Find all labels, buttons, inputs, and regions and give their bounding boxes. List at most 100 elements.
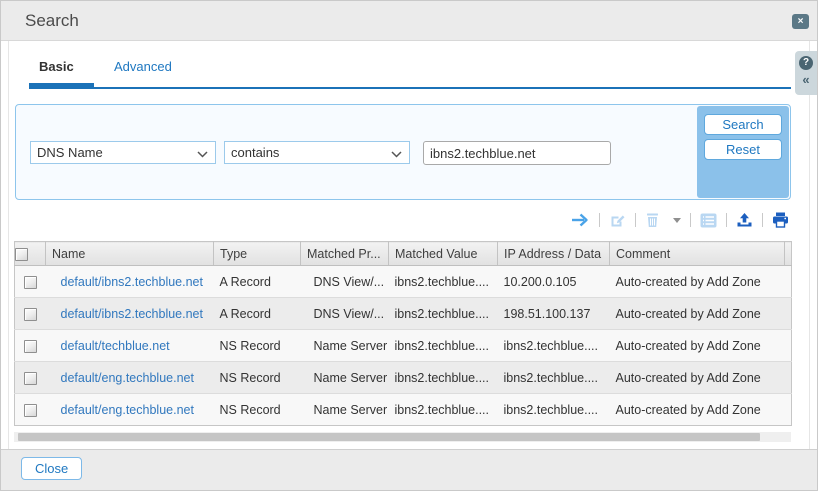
cell-ip-address: 10.200.0.105 — [498, 266, 610, 298]
cell-filler — [785, 298, 792, 330]
dialog-titlebar: Search × — [1, 1, 817, 41]
cell-filler — [785, 330, 792, 362]
print-icon[interactable] — [772, 212, 789, 228]
operator-select-value: contains — [231, 145, 279, 160]
horizontal-scrollbar[interactable] — [14, 432, 791, 442]
cell-filler — [785, 394, 792, 426]
cell-name: default/ibns2.techblue.net — [46, 298, 214, 330]
column-header-filler — [785, 242, 792, 266]
horizontal-scrollbar-thumb[interactable] — [18, 433, 760, 441]
column-header-type[interactable]: Type — [214, 242, 301, 266]
close-button[interactable]: Close — [21, 457, 82, 480]
column-header-matched-property[interactable]: Matched Pr... — [301, 242, 389, 266]
table-row: default/ibns2.techblue.net A RecordDNS Vi… — [15, 266, 792, 298]
table-row: default/eng.techblue.net NS RecordName Se… — [15, 394, 792, 426]
toolbar-separator — [690, 213, 691, 227]
search-dialog: Search × Basic Advanced ? « DNS Name con… — [0, 0, 818, 491]
row-checkbox[interactable] — [24, 404, 37, 417]
results-table: Name Type Matched Pr... Matched Value IP… — [14, 241, 792, 426]
operator-select[interactable]: contains — [224, 141, 410, 164]
table-row: default/techblue.net NS RecordName Server… — [15, 330, 792, 362]
results-toolbar — [571, 208, 789, 232]
chevron-down-icon — [391, 151, 402, 158]
cell-type: NS Record — [214, 362, 301, 394]
cell-name: default/eng.techblue.net — [46, 394, 214, 426]
toolbar-separator — [726, 213, 727, 227]
row-checkbox[interactable] — [24, 276, 37, 289]
cell-type: A Record — [214, 298, 301, 330]
cell-comment: Auto-created by Add Zone — [610, 298, 785, 330]
cell-matched-property: DNS View/... — [301, 266, 389, 298]
cell-name: default/ibns2.techblue.net — [46, 266, 214, 298]
toolbar-separator — [599, 213, 600, 227]
cell-ip-address: ibns2.techblue.... — [498, 362, 610, 394]
delete-icon — [645, 212, 660, 228]
cell-matched-property: Name Server — [301, 394, 389, 426]
cell-filler — [785, 266, 792, 298]
dialog-title: Search — [25, 11, 79, 31]
cell-filler — [785, 362, 792, 394]
help-icon[interactable]: ? — [799, 56, 813, 70]
column-settings-icon — [700, 213, 717, 228]
cell-type: NS Record — [214, 394, 301, 426]
cell-comment: Auto-created by Add Zone — [610, 330, 785, 362]
column-header-matched-value[interactable]: Matched Value — [389, 242, 498, 266]
cell-ip-address: ibns2.techblue.... — [498, 330, 610, 362]
field-select[interactable]: DNS Name — [30, 141, 216, 164]
collapse-icon[interactable]: « — [802, 73, 809, 86]
cell-comment: Auto-created by Add Zone — [610, 362, 785, 394]
go-to-arrow-icon[interactable] — [571, 212, 590, 228]
help-strip: ? « — [795, 51, 817, 95]
export-icon[interactable] — [736, 212, 753, 228]
cell-ip-address: 198.51.100.137 — [498, 298, 610, 330]
dialog-footer: Close — [1, 449, 817, 490]
results-table-body: default/ibns2.techblue.net A RecordDNS Vi… — [15, 266, 792, 426]
tab-advanced[interactable]: Advanced — [114, 59, 172, 74]
cell-matched-value: ibns2.techblue.... — [389, 266, 498, 298]
column-header-ip-address[interactable]: IP Address / Data — [498, 242, 610, 266]
cell-comment: Auto-created by Add Zone — [610, 394, 785, 426]
record-link[interactable]: default/techblue.net — [61, 339, 170, 353]
edit-icon — [609, 212, 626, 229]
cell-name: default/eng.techblue.net — [46, 362, 214, 394]
cell-matched-value: ibns2.techblue.... — [389, 394, 498, 426]
row-checkbox[interactable] — [24, 308, 37, 321]
active-tab-indicator — [29, 83, 94, 89]
select-all-checkbox[interactable] — [15, 248, 28, 261]
column-header-comment[interactable]: Comment — [610, 242, 785, 266]
cell-ip-address: ibns2.techblue.... — [498, 394, 610, 426]
cell-name: default/techblue.net — [46, 330, 214, 362]
delete-dropdown-caret-icon[interactable] — [673, 218, 681, 223]
chevron-down-icon — [197, 151, 208, 158]
table-row: default/eng.techblue.net NS RecordName Se… — [15, 362, 792, 394]
record-link[interactable]: default/eng.techblue.net — [61, 371, 194, 385]
cell-matched-property: Name Server — [301, 330, 389, 362]
column-header-name[interactable]: Name — [46, 242, 214, 266]
toolbar-separator — [635, 213, 636, 227]
tab-underline — [29, 87, 791, 89]
search-actions-panel: Search Reset — [697, 106, 789, 198]
cell-type: NS Record — [214, 330, 301, 362]
cell-matched-value: ibns2.techblue.... — [389, 298, 498, 330]
record-link[interactable]: default/eng.techblue.net — [61, 403, 194, 417]
table-header-row: Name Type Matched Pr... Matched Value IP… — [15, 242, 792, 266]
search-button[interactable]: Search — [704, 114, 782, 135]
cell-comment: Auto-created by Add Zone — [610, 266, 785, 298]
search-value-input[interactable] — [423, 141, 611, 165]
dialog-close-icon[interactable]: × — [792, 14, 809, 29]
tab-basic[interactable]: Basic — [39, 59, 74, 74]
reset-button[interactable]: Reset — [704, 139, 782, 160]
cell-matched-property: Name Server — [301, 362, 389, 394]
row-checkbox[interactable] — [24, 372, 37, 385]
row-checkbox[interactable] — [24, 340, 37, 353]
record-link[interactable]: default/ibns2.techblue.net — [61, 275, 203, 289]
record-link[interactable]: default/ibns2.techblue.net — [61, 307, 203, 321]
toolbar-separator — [762, 213, 763, 227]
cell-type: A Record — [214, 266, 301, 298]
field-select-value: DNS Name — [37, 145, 103, 160]
cell-matched-value: ibns2.techblue.... — [389, 330, 498, 362]
cell-matched-value: ibns2.techblue.... — [389, 362, 498, 394]
search-criteria-box: DNS Name contains Search Reset — [15, 104, 791, 200]
table-row: default/ibns2.techblue.net A RecordDNS Vi… — [15, 298, 792, 330]
cell-matched-property: DNS View/... — [301, 298, 389, 330]
